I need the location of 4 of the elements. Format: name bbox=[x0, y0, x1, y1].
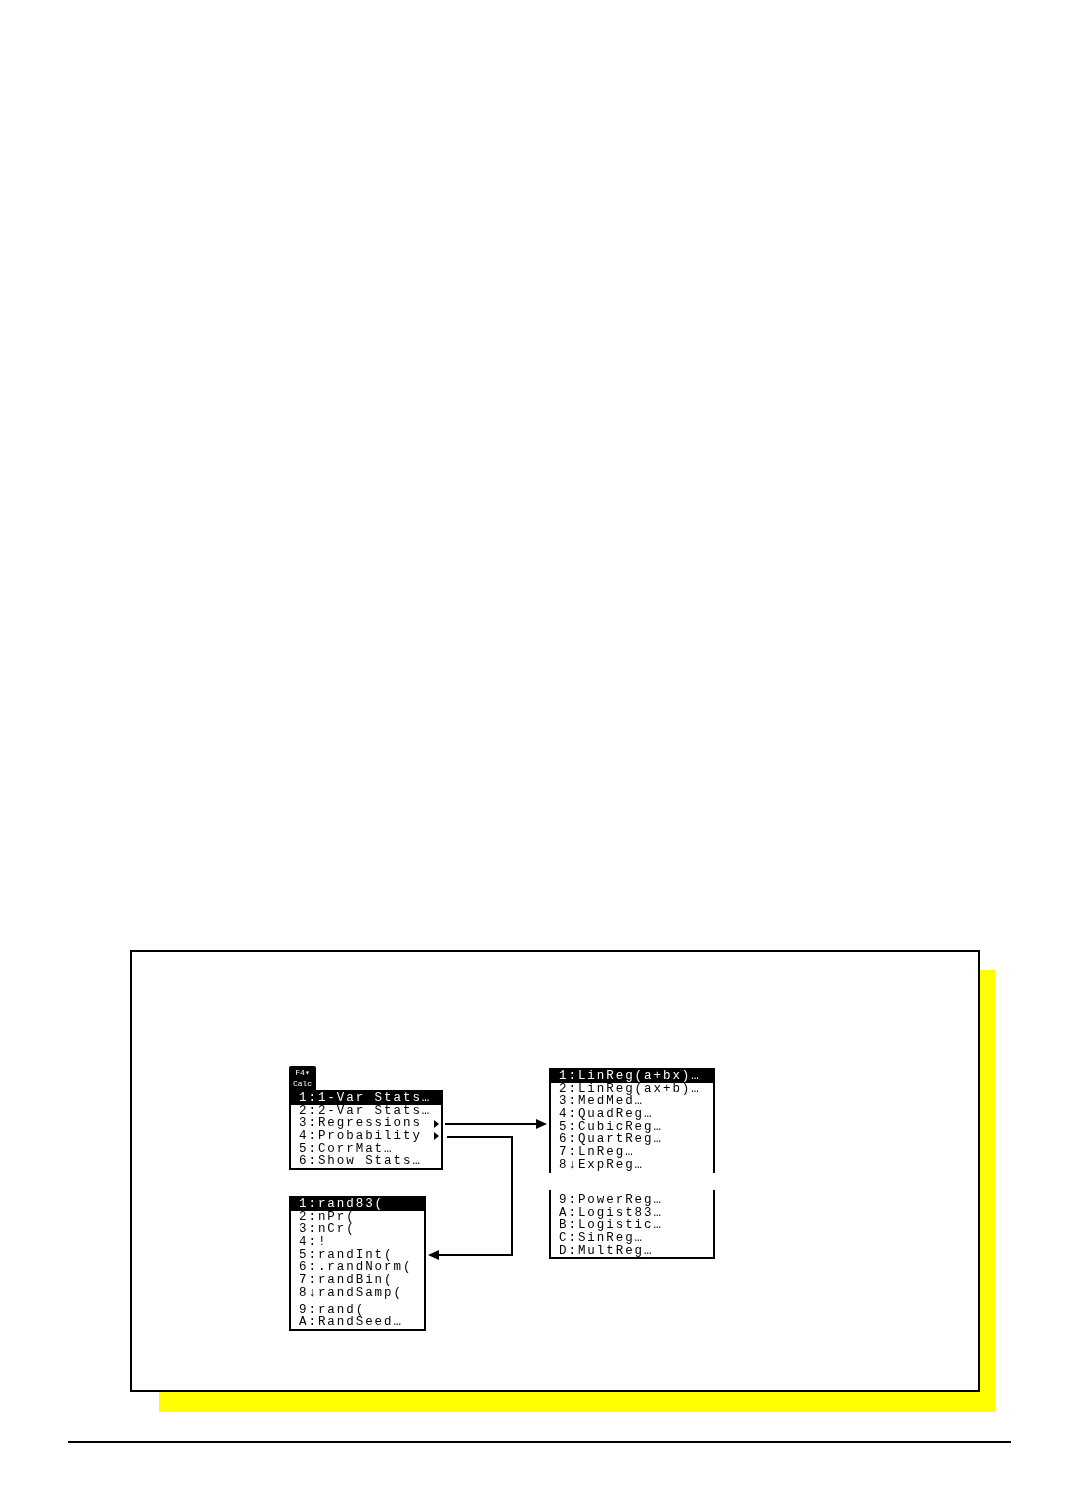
menu-item[interactable]: 1:LinReg(a+bx)… bbox=[551, 1070, 713, 1083]
menu-item[interactable]: 1:rand83( bbox=[291, 1198, 424, 1211]
menu-item[interactable]: 1:1-Var Stats… bbox=[291, 1092, 441, 1105]
menu-tab[interactable]: F4▾ Calc bbox=[289, 1066, 316, 1090]
